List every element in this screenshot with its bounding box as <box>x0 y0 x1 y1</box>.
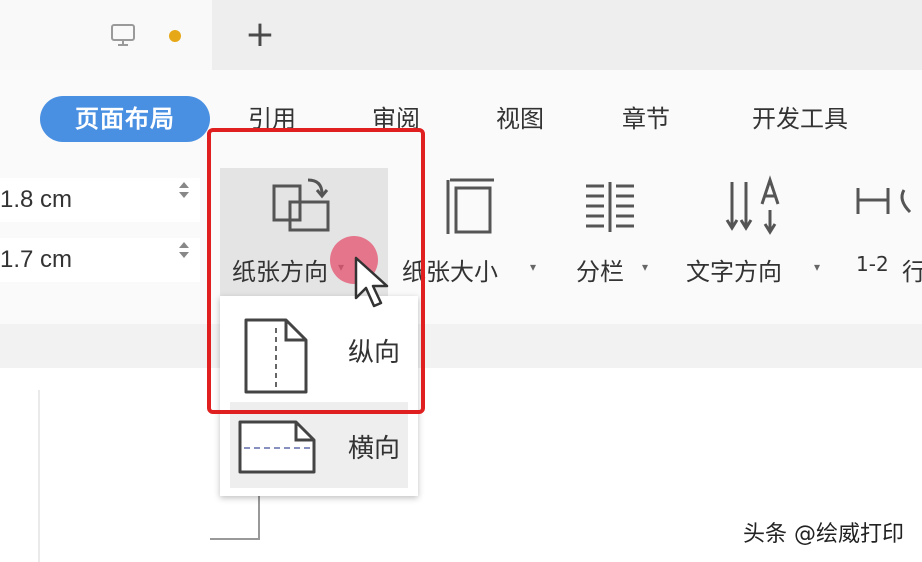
hyphenation-button[interactable]: 1-2 行 <box>852 168 922 296</box>
page-corner-marker <box>258 490 260 540</box>
tab-view[interactable]: 视图 <box>496 96 544 142</box>
tab-bar: + <box>0 0 922 70</box>
columns-button[interactable]: 分栏 ▾ <box>572 168 656 296</box>
ribbon-divider <box>0 324 922 368</box>
margin-value-1: 1.8 cm <box>0 186 73 213</box>
tab-developer-tools[interactable]: 开发工具 <box>752 96 848 142</box>
text-direction-label: 文字方向 <box>686 258 782 286</box>
page-margin-line <box>38 390 40 562</box>
columns-label: 分栏 <box>576 258 624 286</box>
landscape-label: 横向 <box>348 434 401 464</box>
margin-spinner-1[interactable] <box>176 178 192 202</box>
margin-value-2: 1.7 cm <box>0 246 73 273</box>
paper-size-icon <box>446 178 494 234</box>
chevron-down-icon: ▾ <box>814 260 821 274</box>
status-dot <box>169 30 181 42</box>
partial-label: 行 <box>902 258 922 286</box>
mouse-cursor-icon <box>354 256 389 308</box>
chevron-down-icon: ▾ <box>642 260 649 274</box>
spin-up-icon[interactable] <box>179 182 189 188</box>
margin-input-2[interactable]: 1.7 cm <box>0 238 200 282</box>
columns-icon <box>586 182 634 232</box>
hyphen-glyph: 1-2 <box>856 252 889 276</box>
tab-page-layout[interactable]: 页面布局 <box>40 96 210 142</box>
highlight-box <box>207 128 425 414</box>
margin-spinner-2[interactable] <box>176 238 192 262</box>
spin-down-icon[interactable] <box>179 252 189 258</box>
watermark: 头条 @绘威打印 <box>743 522 904 547</box>
landscape-option[interactable]: 横向 <box>230 402 408 488</box>
page-corner-marker <box>210 538 260 540</box>
spin-up-icon[interactable] <box>179 242 189 248</box>
text-direction-button[interactable]: 文字方向 ▾ <box>684 168 834 296</box>
monitor-icon[interactable] <box>110 22 136 48</box>
spin-down-icon[interactable] <box>179 192 189 198</box>
landscape-page-icon <box>238 420 316 474</box>
tab-sections[interactable]: 章节 <box>622 96 670 142</box>
new-tab-button[interactable]: + <box>240 12 280 58</box>
chevron-down-icon: ▾ <box>530 260 537 274</box>
hyphenation-icon <box>856 188 912 214</box>
margin-input-1[interactable]: 1.8 cm <box>0 178 200 222</box>
text-direction-icon <box>725 175 780 235</box>
